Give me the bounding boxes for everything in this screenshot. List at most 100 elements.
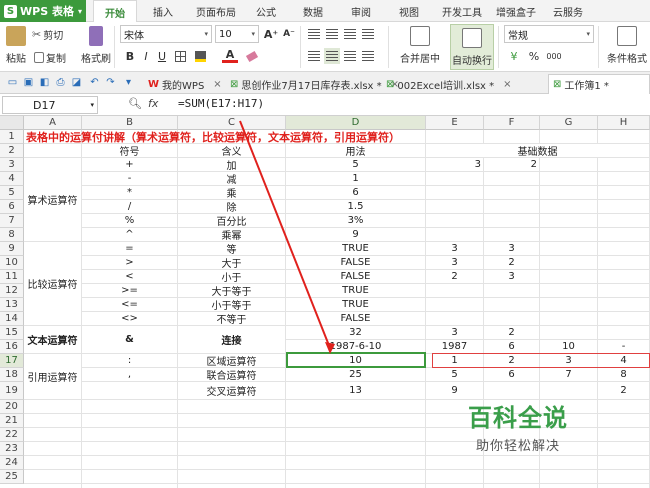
- align-right-icon: [344, 51, 356, 61]
- format-painter-label: 格式刷: [81, 54, 111, 65]
- redo-icon[interactable]: ↷: [104, 76, 117, 89]
- name-box[interactable]: D17 ▾: [2, 96, 98, 114]
- doc-tab-training[interactable]: ⊠ 002Excel培训.xlsx * ×: [382, 74, 516, 94]
- align-top-icon: [308, 29, 320, 39]
- clipboard-icon: [6, 26, 26, 46]
- ribbon-separator: [498, 26, 499, 68]
- fill-color-button[interactable]: [192, 48, 208, 64]
- paste-button[interactable]: 粘贴: [4, 26, 28, 65]
- border-icon: [174, 50, 186, 62]
- indent-button[interactable]: [360, 26, 376, 42]
- percent-button[interactable]: %: [526, 48, 542, 64]
- clear-format-button[interactable]: [244, 48, 260, 64]
- align-top-button[interactable]: [306, 26, 322, 42]
- zoom-search-icon[interactable]: 🔍︎: [128, 97, 142, 110]
- tab-data[interactable]: 数据: [295, 0, 331, 22]
- save-icon[interactable]: ▣: [22, 76, 35, 89]
- align-left-icon: [308, 51, 320, 61]
- formula-input[interactable]: =SUM(E17:H17): [178, 97, 264, 110]
- ribbon-separator: [388, 26, 389, 68]
- tab-review[interactable]: 审阅: [343, 0, 379, 22]
- align-bottom-button[interactable]: [342, 26, 358, 42]
- ribbon: 粘贴 ✂ 剪切 复制 格式刷 宋体 ▾ 10 ▾ A⁺ A⁻ B I U A 合…: [0, 22, 650, 72]
- wrap-text-icon: [462, 27, 482, 48]
- ribbon-separator: [598, 26, 599, 68]
- spreadsheet-icon: ⊠: [230, 78, 239, 90]
- wps-icon: W: [148, 78, 160, 90]
- chevron-down-icon: ▾: [90, 101, 94, 109]
- align-left-button[interactable]: [306, 48, 322, 64]
- align-middle-button[interactable]: [324, 26, 340, 42]
- copy-button[interactable]: 复制: [34, 50, 66, 65]
- undo-icon[interactable]: ↶: [88, 76, 101, 89]
- chevron-down-icon[interactable]: ▾: [122, 76, 135, 89]
- cut-button[interactable]: ✂ 剪切: [32, 27, 63, 42]
- bold-button[interactable]: B: [122, 48, 138, 64]
- tab-developer[interactable]: 开发工具: [438, 0, 486, 22]
- conditional-format-button[interactable]: 条件格式: [604, 26, 650, 65]
- paste-label: 粘贴: [6, 54, 26, 65]
- menu-bar: S WPS 表格 ▾ 开始 插入 页面布局 公式 数据 审阅 视图 开发工具 增…: [0, 0, 650, 23]
- align-right-button[interactable]: [342, 48, 358, 64]
- close-icon[interactable]: ×: [213, 79, 221, 90]
- border-button[interactable]: [172, 48, 188, 64]
- font-color-icon: A: [225, 47, 235, 61]
- underline-button[interactable]: U: [154, 48, 170, 64]
- print-preview-icon[interactable]: ◧: [38, 76, 51, 89]
- merge-cells-icon: [410, 26, 430, 46]
- doc-tab-inventory[interactable]: ⊠ 思创作业7月17日库存表.xlsx * ×: [226, 74, 403, 94]
- merge-center-label: 合并居中: [400, 54, 440, 65]
- conditional-format-icon: [617, 26, 637, 46]
- insert-function-button[interactable]: fx: [148, 97, 158, 110]
- shrink-font-button[interactable]: A⁻: [281, 26, 297, 42]
- justify-button[interactable]: [360, 48, 376, 64]
- number-format-select[interactable]: 常规 ▾: [504, 25, 594, 43]
- export-icon[interactable]: ◪: [70, 76, 83, 89]
- doc-tab-my-wps[interactable]: W 我的WPS ×: [144, 74, 226, 94]
- doc-tab-label: 002Excel培训.xlsx *: [397, 80, 495, 92]
- copy-label: 复制: [46, 54, 66, 65]
- italic-button[interactable]: I: [138, 48, 154, 64]
- tab-view[interactable]: 视图: [391, 0, 427, 22]
- grow-font-button[interactable]: A⁺: [263, 26, 279, 42]
- font-size-value: 10: [219, 28, 232, 40]
- align-center-button[interactable]: [324, 48, 340, 64]
- document-tab-bar: ▭ ▣ ◧ ⎙ ◪ ↶ ↷ ▾ W 我的WPS × ⊠ 思创作业7月17日库存表…: [0, 72, 650, 94]
- merge-center-button[interactable]: 合并居中: [394, 26, 446, 65]
- tab-enhance-box[interactable]: 增强盒子: [492, 0, 540, 22]
- conditional-format-label: 条件格式: [607, 54, 647, 65]
- font-size-select[interactable]: 10 ▾: [215, 25, 259, 43]
- app-menu-button[interactable]: S WPS 表格 ▾: [0, 0, 86, 22]
- align-bottom-icon: [344, 29, 356, 39]
- chevron-down-icon: ▾: [251, 30, 255, 38]
- currency-button[interactable]: ¥: [506, 48, 522, 64]
- wrap-text-button[interactable]: 自动换行: [450, 24, 494, 70]
- spreadsheet-icon: ⊠: [553, 79, 562, 90]
- number-format-value: 常规: [508, 30, 528, 42]
- indent-icon: [362, 29, 374, 39]
- watermark-title: 百科全说: [468, 404, 568, 432]
- copy-icon: [34, 52, 44, 63]
- doc-tab-label: 我的WPS: [162, 80, 205, 92]
- chevron-down-icon: ▾: [204, 30, 208, 38]
- watermark-subtitle: 助你轻松解决: [476, 439, 561, 454]
- format-painter-button[interactable]: 格式刷: [80, 26, 112, 65]
- font-name-select[interactable]: 宋体 ▾: [120, 25, 212, 43]
- tab-home[interactable]: 开始: [93, 0, 137, 23]
- tab-formulas[interactable]: 公式: [248, 0, 284, 22]
- print-icon[interactable]: ⎙: [54, 76, 67, 89]
- font-color-button[interactable]: A: [222, 48, 238, 63]
- tab-insert[interactable]: 插入: [143, 0, 183, 22]
- new-file-icon[interactable]: ▭: [6, 76, 19, 89]
- doc-tab-workbook1[interactable]: ⊠ 工作簿1 *: [548, 74, 650, 94]
- currency-icon: ¥: [510, 49, 518, 63]
- app-name: WPS 表格: [20, 5, 74, 18]
- scissors-icon: ✂: [32, 28, 42, 41]
- tab-cloud[interactable]: 云服务: [548, 0, 588, 22]
- chevron-down-icon: ▾: [77, 6, 82, 16]
- close-icon[interactable]: ×: [503, 79, 511, 90]
- tab-page-layout[interactable]: 页面布局: [188, 0, 244, 22]
- fill-bucket-icon: [194, 50, 206, 62]
- chevron-down-icon: ▾: [586, 30, 590, 38]
- thousands-button[interactable]: 000: [544, 48, 564, 64]
